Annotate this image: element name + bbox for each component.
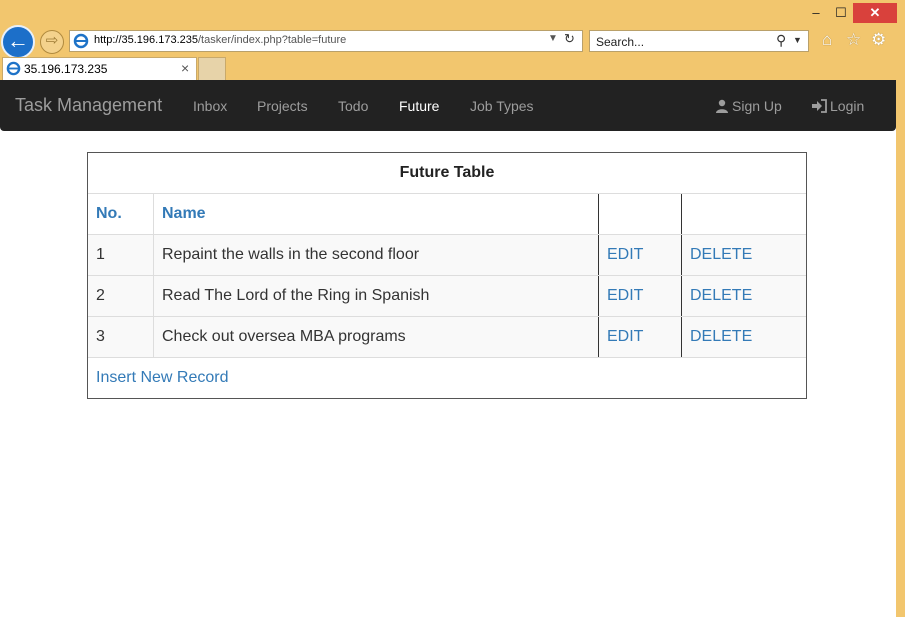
address-bar[interactable]: http://35.196.173.235/tasker/index.php?t… [69,30,583,52]
header-no[interactable]: No. [88,194,154,234]
brand-link[interactable]: Task Management [15,95,162,116]
forward-button[interactable]: ⇨ [40,30,64,54]
new-tab-button[interactable] [198,57,226,80]
header-delete [682,194,806,234]
insert-new-record-link[interactable]: Insert New Record [96,369,229,387]
delete-link[interactable]: DELETE [690,328,752,346]
table-caption: Future Table [88,153,806,194]
tab-title: 35.196.173.235 [24,62,108,76]
edit-link[interactable]: EDIT [607,246,643,264]
search-dropdown-icon[interactable]: ▼ [793,35,802,45]
login-label: Login [830,98,865,114]
delete-link[interactable]: DELETE [690,246,752,264]
header-edit [599,194,682,234]
ie-icon [73,33,89,49]
browser-tab[interactable]: 35.196.173.235 × [2,57,197,80]
row-number: 2 [88,276,154,316]
nav-job-types[interactable]: Job Types [470,98,534,114]
login-link[interactable]: Login [812,98,864,114]
edit-link[interactable]: EDIT [607,287,643,305]
address-url: http://35.196.173.235/tasker/index.php?t… [94,34,347,46]
row-name: Check out oversea MBA programs [154,317,599,357]
refresh-icon[interactable]: ↻ [564,31,575,47]
back-button[interactable]: ← [1,25,35,59]
nav-projects[interactable]: Projects [257,98,308,114]
navbar: Task Management Inbox Projects Todo Futu… [0,80,896,131]
search-input[interactable]: Search... [596,35,644,49]
close-window-icon[interactable]: ✕ [853,3,897,23]
table-header-row: No. Name [88,194,806,235]
header-name[interactable]: Name [154,194,599,234]
maximize-icon[interactable]: ☐ [830,3,852,23]
minimize-icon[interactable]: – [805,3,827,23]
home-icon[interactable]: ⌂ [822,30,832,50]
signup-link[interactable]: Sign Up [715,98,782,114]
delete-link[interactable]: DELETE [690,287,752,305]
nav-inbox[interactable]: Inbox [193,98,227,114]
browser-chrome: – ☐ ✕ ← ⇨ http://35.196.173.235/tasker/i… [0,0,905,80]
insert-row: Insert New Record [88,358,806,398]
future-table: Future Table No. Name 1 Repaint the wall… [87,152,807,399]
row-number: 3 [88,317,154,357]
login-icon [812,99,827,113]
window-frame-edge [896,80,905,617]
gear-icon[interactable]: ⚙ [871,30,886,50]
row-number: 1 [88,235,154,275]
favorites-star-icon[interactable]: ☆ [846,30,861,50]
signup-label: Sign Up [732,98,782,114]
row-name: Repaint the walls in the second floor [154,235,599,275]
edit-link[interactable]: EDIT [607,328,643,346]
search-icon[interactable]: ⚲ [776,32,786,49]
table-row: 1 Repaint the walls in the second floor … [88,235,806,276]
tab-close-icon[interactable]: × [181,60,189,76]
nav-todo[interactable]: Todo [338,98,368,114]
user-icon [716,99,728,113]
nav-future[interactable]: Future [399,98,439,114]
search-box[interactable]: Search... ⚲ ▼ [589,30,809,52]
row-name: Read The Lord of the Ring in Spanish [154,276,599,316]
table-row: 2 Read The Lord of the Ring in Spanish E… [88,276,806,317]
address-dropdown-icon[interactable]: ▼ [548,33,558,44]
page-viewport: Task Management Inbox Projects Todo Futu… [0,80,896,617]
ie-tab-icon [6,61,21,76]
table-row: 3 Check out oversea MBA programs EDIT DE… [88,317,806,358]
